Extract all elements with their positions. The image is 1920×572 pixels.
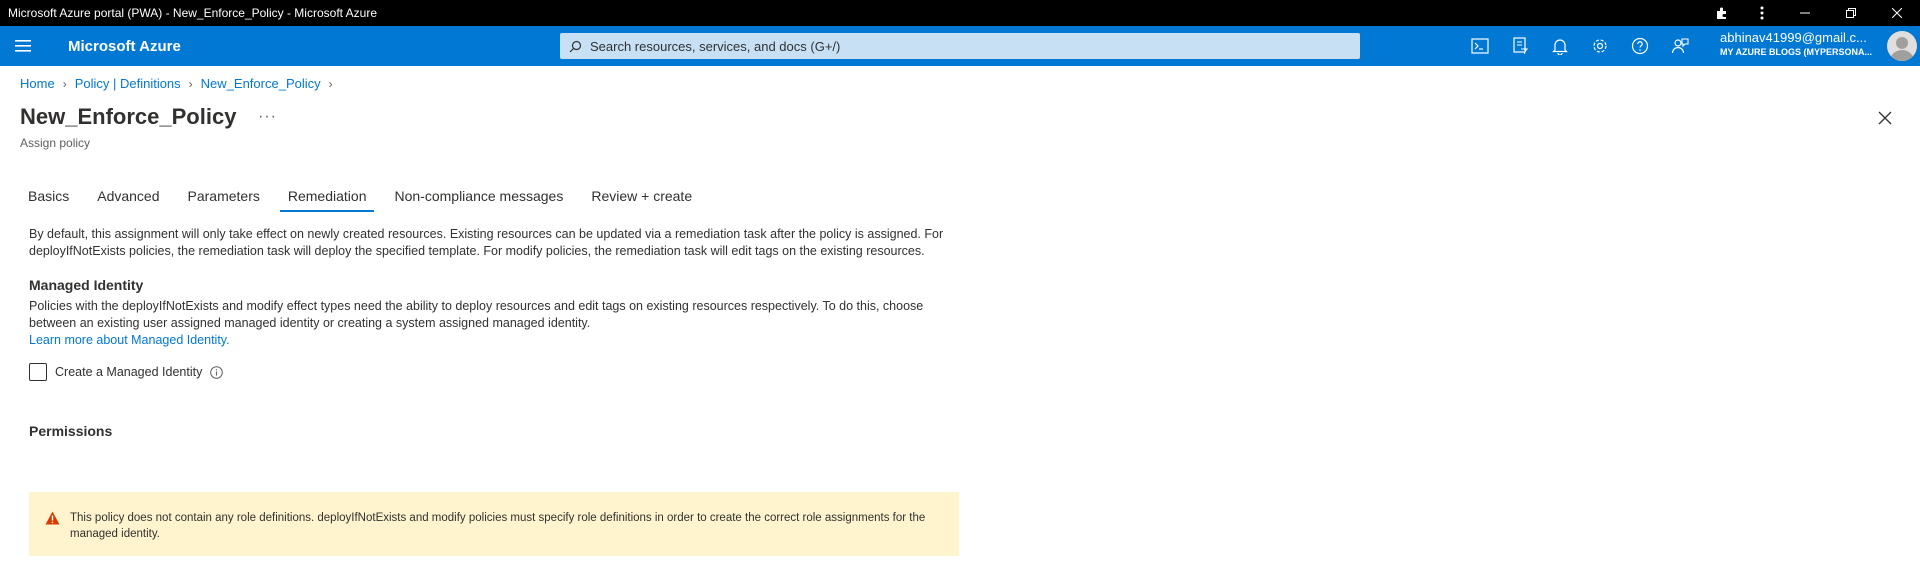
create-identity-label[interactable]: Create a Managed Identity [55, 364, 202, 381]
more-options-icon[interactable] [1742, 0, 1782, 26]
account-email: abhinav41999@gmail.c... [1720, 30, 1867, 45]
tab-advanced[interactable]: Advanced [89, 186, 167, 212]
restore-icon[interactable] [1828, 0, 1874, 26]
more-actions-button[interactable]: ··· [258, 108, 277, 126]
warning-text: This policy does not contain any role de… [70, 512, 926, 540]
avatar[interactable] [1887, 31, 1917, 61]
breadcrumb: Home › Policy | Definitions › New_Enforc… [20, 76, 341, 91]
info-icon[interactable] [210, 365, 224, 379]
breadcrumb-policy-definitions[interactable]: Policy | Definitions [75, 76, 181, 91]
remediation-intro: By default, this assignment will only ta… [29, 227, 944, 258]
notifications-icon[interactable] [1540, 26, 1580, 66]
managed-identity-description: Policies with the deployIfNotExists and … [29, 299, 924, 330]
brand-title[interactable]: Microsoft Azure [68, 38, 558, 55]
menu-icon[interactable] [0, 26, 46, 66]
minimize-icon[interactable] [1782, 0, 1828, 26]
close-blade-icon[interactable] [1873, 106, 1897, 130]
close-window-icon[interactable] [1874, 0, 1920, 26]
chevron-right-icon: › [62, 76, 67, 91]
search-icon [560, 40, 590, 53]
feedback-icon[interactable] [1660, 26, 1700, 66]
chevron-right-icon: › [188, 76, 193, 91]
breadcrumb-home[interactable]: Home [20, 76, 55, 91]
learn-more-link[interactable]: Learn more about Managed Identity. [29, 332, 969, 349]
remediation-panel: By default, this assignment will only ta… [29, 226, 969, 440]
permissions-heading: Permissions [29, 423, 113, 439]
tab-remediation[interactable]: Remediation [279, 186, 375, 212]
help-icon[interactable] [1620, 26, 1660, 66]
directory-filter-icon[interactable] [1500, 26, 1540, 66]
search-placeholder: Search resources, services, and docs (G+… [590, 38, 841, 54]
settings-gear-icon[interactable] [1580, 26, 1620, 66]
window-title: Microsoft Azure portal (PWA) - New_Enfor… [8, 6, 377, 20]
cloud-shell-icon[interactable] [1460, 26, 1500, 66]
managed-identity-heading: Managed Identity [29, 277, 144, 293]
tab-non-compliance-messages[interactable]: Non-compliance messages [386, 186, 571, 212]
breadcrumb-policy[interactable]: New_Enforce_Policy [201, 76, 321, 91]
window-title-bar: Microsoft Azure portal (PWA) - New_Enfor… [0, 0, 1920, 26]
account-directory: MY AZURE BLOGS (MYPERSONA... [1720, 47, 1873, 57]
create-identity-checkbox[interactable] [29, 363, 47, 381]
create-identity-row: Create a Managed Identity [29, 363, 969, 381]
tab-parameters[interactable]: Parameters [180, 186, 268, 212]
azure-top-bar: Microsoft Azure Search resources, servic… [0, 26, 1920, 66]
global-search[interactable]: Search resources, services, and docs (G+… [560, 33, 1360, 59]
page-subtitle: Assign policy [20, 136, 91, 150]
page-title: New_Enforce_Policy [20, 104, 237, 129]
extensions-icon[interactable] [1702, 0, 1742, 26]
tab-review-create[interactable]: Review + create [583, 186, 700, 212]
tab-basics[interactable]: Basics [20, 186, 77, 212]
chevron-right-icon: › [328, 76, 333, 91]
warning-icon [45, 511, 60, 530]
permissions-warning: This policy does not contain any role de… [29, 492, 959, 556]
account-info[interactable]: abhinav41999@gmail.c... MY AZURE BLOGS (… [1720, 30, 1880, 57]
wizard-tabs: Basics Advanced Parameters Remediation N… [20, 186, 712, 212]
